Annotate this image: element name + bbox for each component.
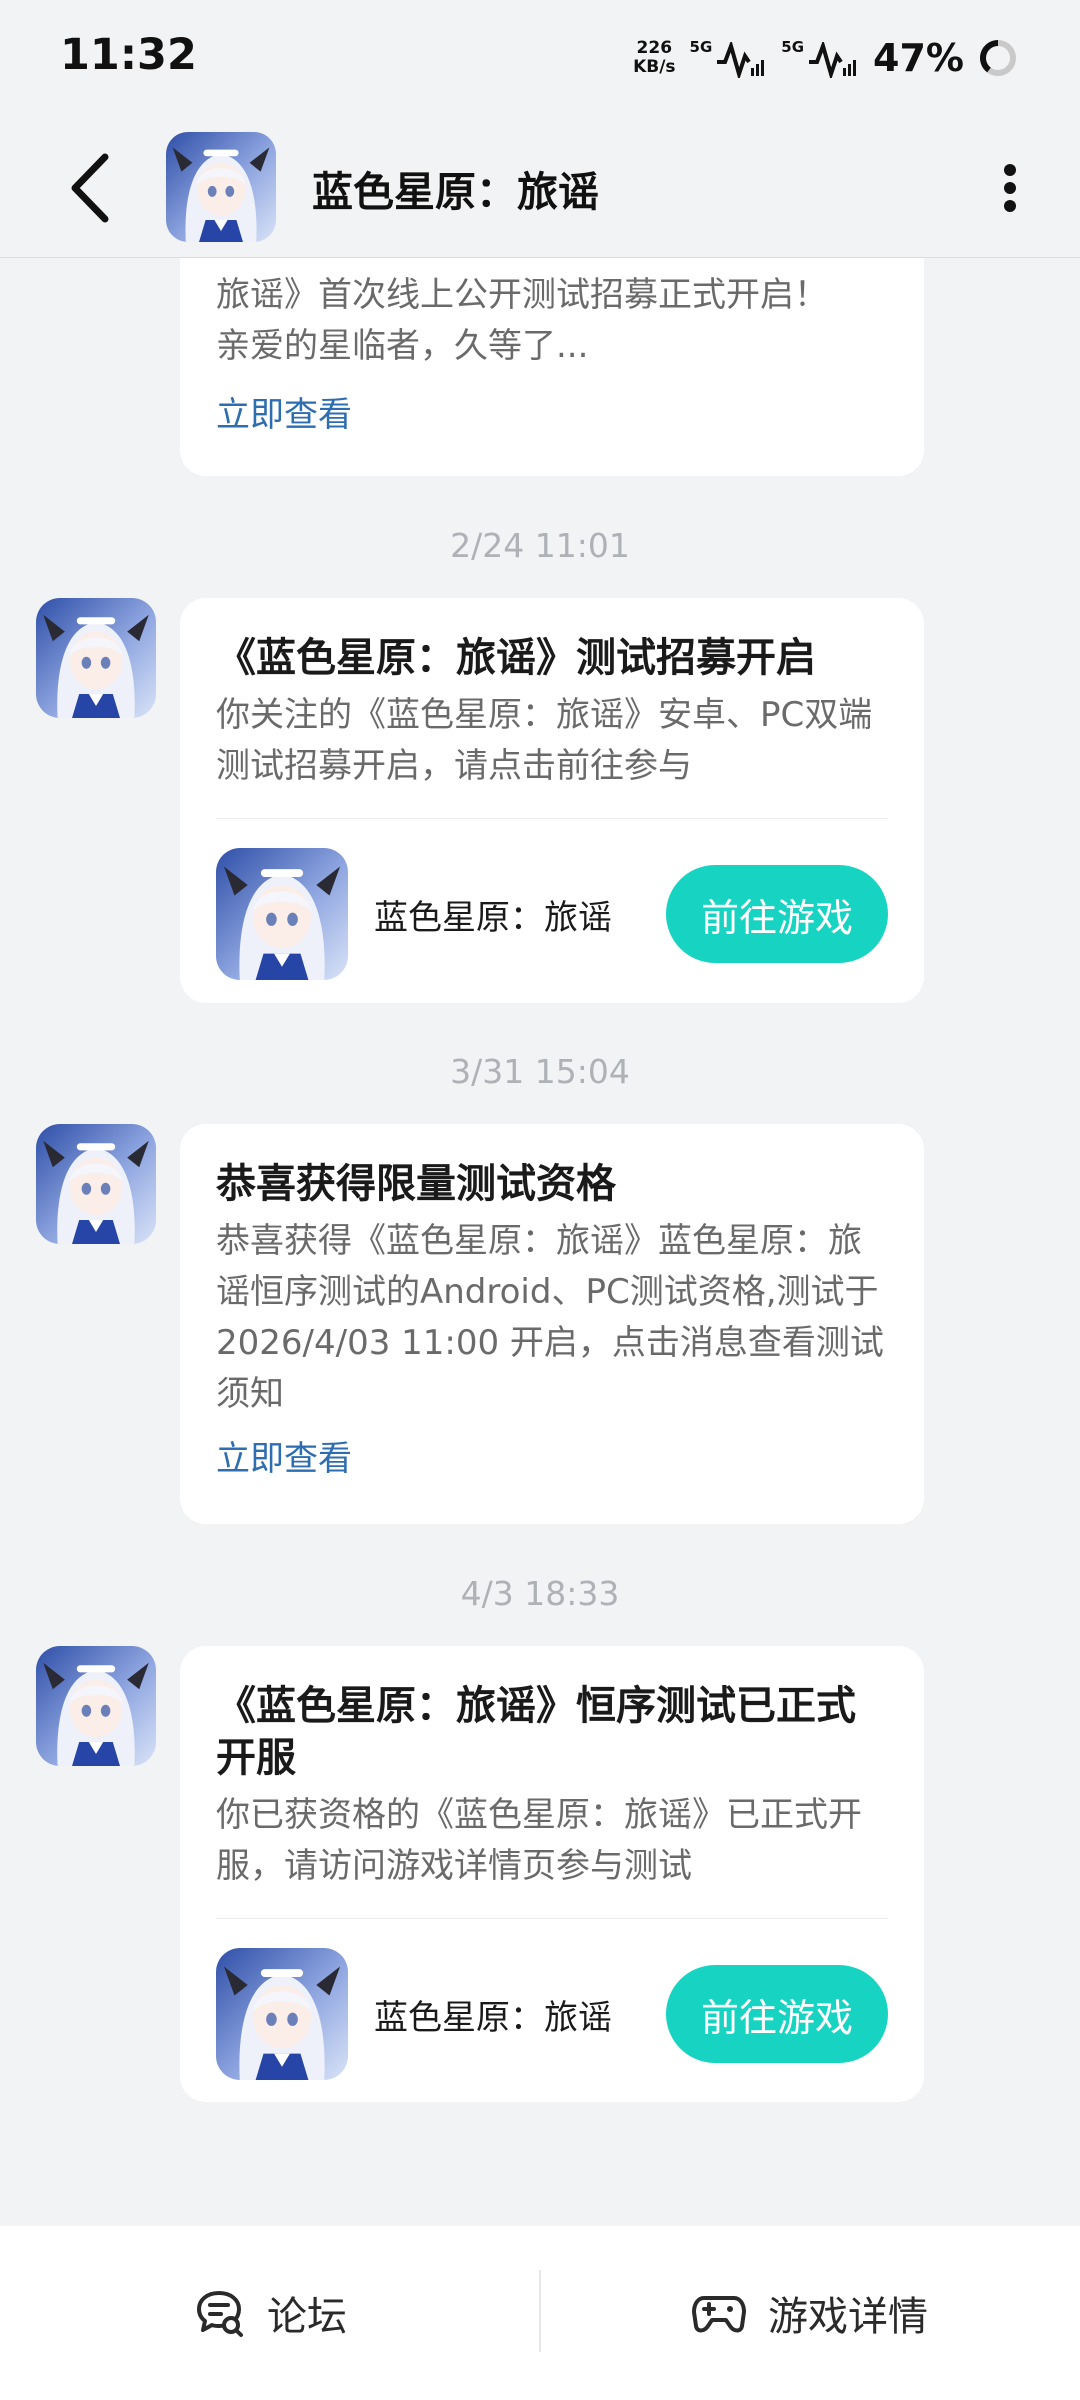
message-desc: 旅谣》首次线上公开测试招募正式开启！ — [216, 275, 828, 315]
message-title: 《蓝色星原：旅谣》测试招募开启 — [216, 635, 816, 681]
status-icons: 226 KB/s 5G 5G 47% — [633, 30, 1018, 86]
page-title: 蓝色星原：旅谣 — [312, 168, 599, 216]
signal-icon: 5G — [690, 38, 768, 78]
chevron-left-icon — [71, 153, 109, 223]
more-vertical-icon — [1004, 164, 1016, 212]
message-desc: 你关注的《蓝色星原：旅谣》安卓、PC双端测试招募开启，请点击前往参与 — [216, 695, 873, 786]
game-icon[interactable] — [216, 1948, 348, 2080]
status-bar: 11:32 226 KB/s 5G 5G 47% — [0, 0, 1080, 118]
battery-icon — [980, 40, 1016, 76]
game-avatar[interactable] — [166, 132, 276, 242]
network-speed: 226 KB/s — [633, 39, 675, 77]
forum-tab[interactable]: 论坛 — [0, 2226, 540, 2400]
message-title: 《蓝色星原：旅谣》恒序测试已正式开服 — [216, 1683, 856, 1781]
message-title: 恭喜获得限量测试资格 — [216, 1161, 616, 1207]
game-details-tab[interactable]: 游戏详情 — [540, 2226, 1080, 2400]
top-nav-bar: 蓝色星原：旅谣 — [0, 118, 1080, 258]
net-speed-unit: KB/s — [633, 57, 676, 77]
message-timestamp: 2/24 11:01 — [450, 526, 630, 565]
signal-wave-icon — [717, 42, 765, 78]
game-icon[interactable] — [216, 848, 348, 980]
message-card[interactable]: 《蓝色星原：旅谣》恒序测试已正式开服 你已获资格的《蓝色星原：旅谣》已正式开服，… — [180, 1646, 924, 2102]
more-options-button[interactable] — [970, 148, 1050, 228]
back-button[interactable] — [50, 148, 130, 228]
signal-tag: 5G — [689, 38, 713, 56]
game-name: 蓝色星原：旅谣 — [374, 897, 612, 938]
sender-avatar[interactable] — [36, 1124, 156, 1244]
forum-label: 论坛 — [267, 2294, 347, 2340]
sender-avatar[interactable] — [36, 598, 156, 718]
message-desc: 恭喜获得《蓝色星原：旅谣》蓝色星原：旅谣恒序测试的Android、PC测试资格,… — [216, 1221, 884, 1414]
signal-icon-2: 5G — [781, 38, 859, 78]
message-card[interactable]: 《蓝色星原：旅谣》测试招募开启 你关注的《蓝色星原：旅谣》安卓、PC双端测试招募… — [180, 598, 924, 1003]
battery-percent: 47% — [873, 36, 964, 80]
bottom-bar: 论坛 游戏详情 — [0, 2226, 1080, 2400]
forum-chat-icon — [197, 2291, 243, 2337]
view-now-link[interactable]: 立即查看 — [216, 390, 888, 440]
game-name: 蓝色星原：旅谣 — [374, 1997, 612, 2038]
message-card[interactable]: 旅谣》首次线上公开测试招募正式开启！ 亲爱的星临者，久等了... 立即查看 — [180, 258, 924, 476]
go-to-game-button[interactable]: 前往游戏 — [666, 1965, 888, 2063]
message-timestamp: 3/31 15:04 — [450, 1052, 630, 1091]
sender-avatar[interactable] — [36, 1646, 156, 1766]
go-to-game-button[interactable]: 前往游戏 — [666, 865, 888, 963]
bottom-divider — [539, 2270, 541, 2352]
signal-tag-2: 5G — [781, 38, 805, 56]
message-card[interactable]: 恭喜获得限量测试资格 恭喜获得《蓝色星原：旅谣》蓝色星原：旅谣恒序测试的Andr… — [180, 1124, 924, 1524]
net-speed-value: 226 — [636, 38, 673, 58]
game-row: 蓝色星原：旅谣 前往游戏 — [216, 819, 888, 1009]
message-list[interactable]: 旅谣》首次线上公开测试招募正式开启！ 亲爱的星临者，久等了... 立即查看 2/… — [0, 258, 1080, 2226]
game-row: 蓝色星原：旅谣 前往游戏 — [216, 1919, 888, 2109]
view-now-link[interactable]: 立即查看 — [216, 1434, 888, 1484]
gamepad-icon — [692, 2296, 746, 2333]
status-time: 11:32 — [60, 30, 197, 80]
message-timestamp: 4/3 18:33 — [460, 1574, 620, 1613]
game-details-label: 游戏详情 — [768, 2294, 928, 2340]
message-desc: 亲爱的星临者，久等了... — [216, 326, 589, 366]
message-desc: 你已获资格的《蓝色星原：旅谣》已正式开服，请访问游戏详情页参与测试 — [216, 1795, 862, 1886]
signal-wave-icon — [809, 42, 857, 78]
